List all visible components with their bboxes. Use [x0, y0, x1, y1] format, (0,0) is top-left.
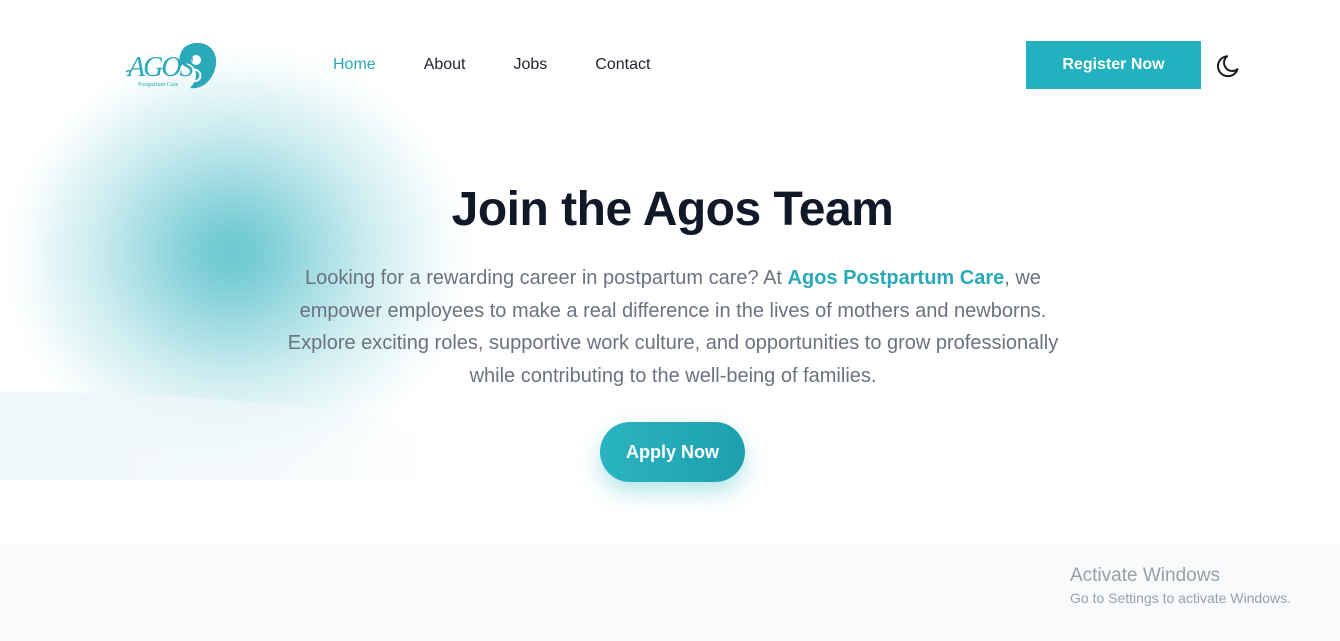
- logo-wordmark: AGOS: [126, 52, 194, 83]
- main-nav: Home About Jobs Contact: [333, 55, 698, 75]
- activate-windows-watermark: Activate Windows Go to Settings to activ…: [1070, 565, 1291, 608]
- hero-title: Join the Agos Team: [451, 183, 894, 236]
- register-now-button[interactable]: Register Now: [1026, 41, 1201, 89]
- agos-logo[interactable]: AGOS Postpartum Care: [124, 38, 220, 94]
- logo-subtext: Postpartum Care: [138, 82, 178, 88]
- hero-text-intro: Looking for a rewarding career in postpa…: [305, 267, 788, 289]
- nav-item-about[interactable]: About: [424, 55, 466, 75]
- watermark-subtitle: Go to Settings to activate Windows.: [1070, 590, 1291, 606]
- page: AGOS Postpartum Care Home About Jobs Con…: [0, 0, 1340, 641]
- nav-item-home[interactable]: Home: [333, 55, 376, 75]
- site-header: AGOS Postpartum Care Home About Jobs Con…: [0, 0, 1340, 130]
- hero-description: Looking for a rewarding career in postpa…: [270, 262, 1076, 392]
- watermark-title: Activate Windows: [1070, 565, 1220, 586]
- brand-highlight: Agos Postpartum Care: [787, 267, 1005, 289]
- nav-item-contact[interactable]: Contact: [595, 55, 650, 75]
- apply-now-button[interactable]: Apply Now: [600, 422, 745, 482]
- moon-icon[interactable]: [1215, 52, 1243, 80]
- nav-item-jobs[interactable]: Jobs: [514, 55, 548, 75]
